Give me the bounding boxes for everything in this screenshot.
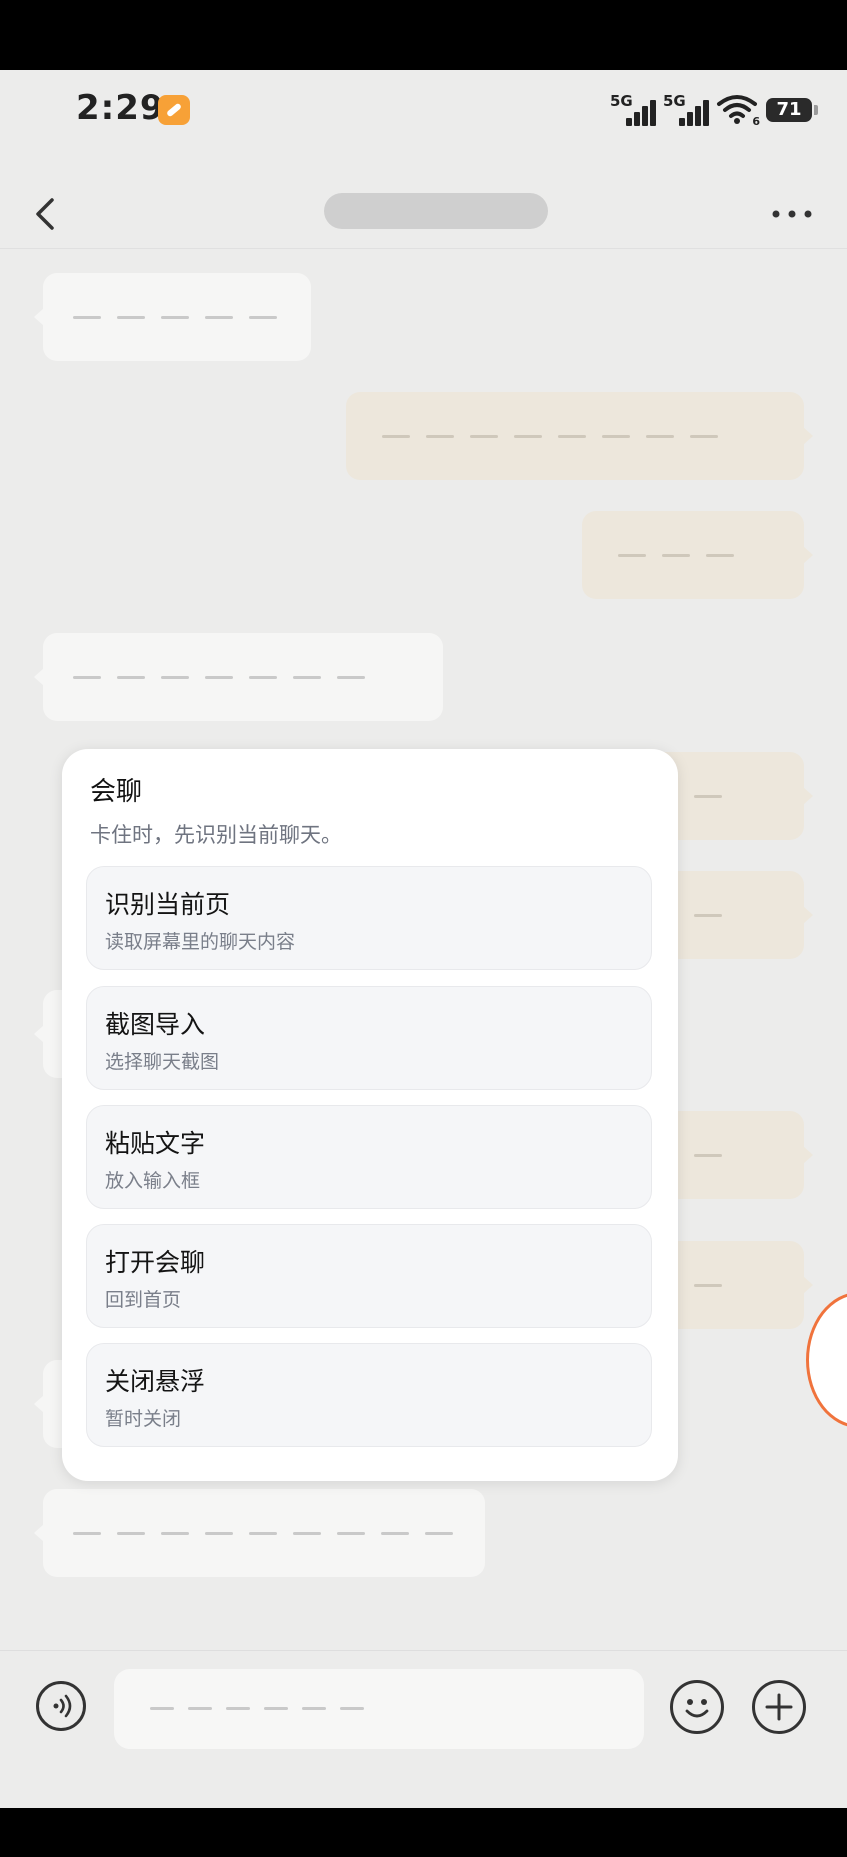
open-app-button[interactable]: 打开会聊 回到首页 <box>86 1224 652 1328</box>
plus-icon[interactable] <box>752 1680 806 1734</box>
wifi-icon: 6 <box>716 92 760 128</box>
menu-item-subtitle: 暂时关闭 <box>105 1408 182 1430</box>
message-bubble-incoming[interactable] <box>34 1489 485 1577</box>
message-bubble-incoming[interactable] <box>34 633 443 721</box>
more-dots-icon[interactable] <box>770 202 814 226</box>
message-bubble-outgoing[interactable] <box>346 392 813 480</box>
status-bar: 2:29 5G 5G 6 71 <box>0 70 847 150</box>
popup-subtitle: 卡住时，先识别当前聊天。 <box>90 823 342 847</box>
cellular-signal-icon: 5G <box>610 92 666 126</box>
screenshot-import-button[interactable]: 截图导入 选择聊天截图 <box>86 986 652 1090</box>
menu-item-title: 关闭悬浮 <box>105 1367 206 1396</box>
chat-title-placeholder <box>324 193 548 229</box>
menu-item-title: 粘贴文字 <box>105 1129 206 1158</box>
chevron-left-icon[interactable] <box>28 194 68 234</box>
chat-header <box>0 180 847 249</box>
menu-item-subtitle: 回到首页 <box>105 1289 182 1311</box>
popup-title: 会聊 <box>90 777 143 807</box>
chat-screen: 2:29 5G 5G 6 71 会聊 卡住时，先识别当前聊天。 识别当前页 读取… <box>0 70 847 1808</box>
close-floating-button[interactable]: 关闭悬浮 暂时关闭 <box>86 1343 652 1447</box>
wifi-badge: 6 <box>752 115 760 128</box>
recognize-page-button[interactable]: 识别当前页 读取屏幕里的聊天内容 <box>86 866 652 970</box>
battery-level: 71 <box>776 99 802 120</box>
menu-item-title: 截图导入 <box>105 1010 206 1039</box>
input-bar <box>0 1650 847 1808</box>
assistant-popup: 会聊 卡住时，先识别当前聊天。 识别当前页 读取屏幕里的聊天内容 截图导入 选择… <box>62 749 678 1481</box>
cellular-signal-icon: 5G <box>663 92 719 126</box>
menu-item-title: 打开会聊 <box>105 1248 206 1277</box>
message-bubble-incoming[interactable] <box>34 273 311 361</box>
menu-item-subtitle: 读取屏幕里的聊天内容 <box>105 931 296 953</box>
battery-icon: 71 <box>766 98 818 122</box>
voice-icon[interactable] <box>36 1681 86 1731</box>
network-type-label: 5G <box>610 92 633 110</box>
message-bubble-outgoing[interactable] <box>582 511 813 599</box>
emoji-icon[interactable] <box>670 1680 724 1734</box>
bottom-bezel <box>0 1808 847 1857</box>
menu-item-subtitle: 选择聊天截图 <box>105 1051 220 1073</box>
floating-assistant-ball[interactable] <box>806 1292 847 1428</box>
status-time: 2:29 <box>76 88 165 128</box>
message-input[interactable] <box>114 1669 644 1749</box>
app-notification-icon <box>158 95 190 125</box>
paste-text-button[interactable]: 粘贴文字 放入输入框 <box>86 1105 652 1209</box>
network-type-label: 5G <box>663 92 686 110</box>
menu-item-subtitle: 放入输入框 <box>105 1170 201 1192</box>
menu-item-title: 识别当前页 <box>105 890 231 919</box>
